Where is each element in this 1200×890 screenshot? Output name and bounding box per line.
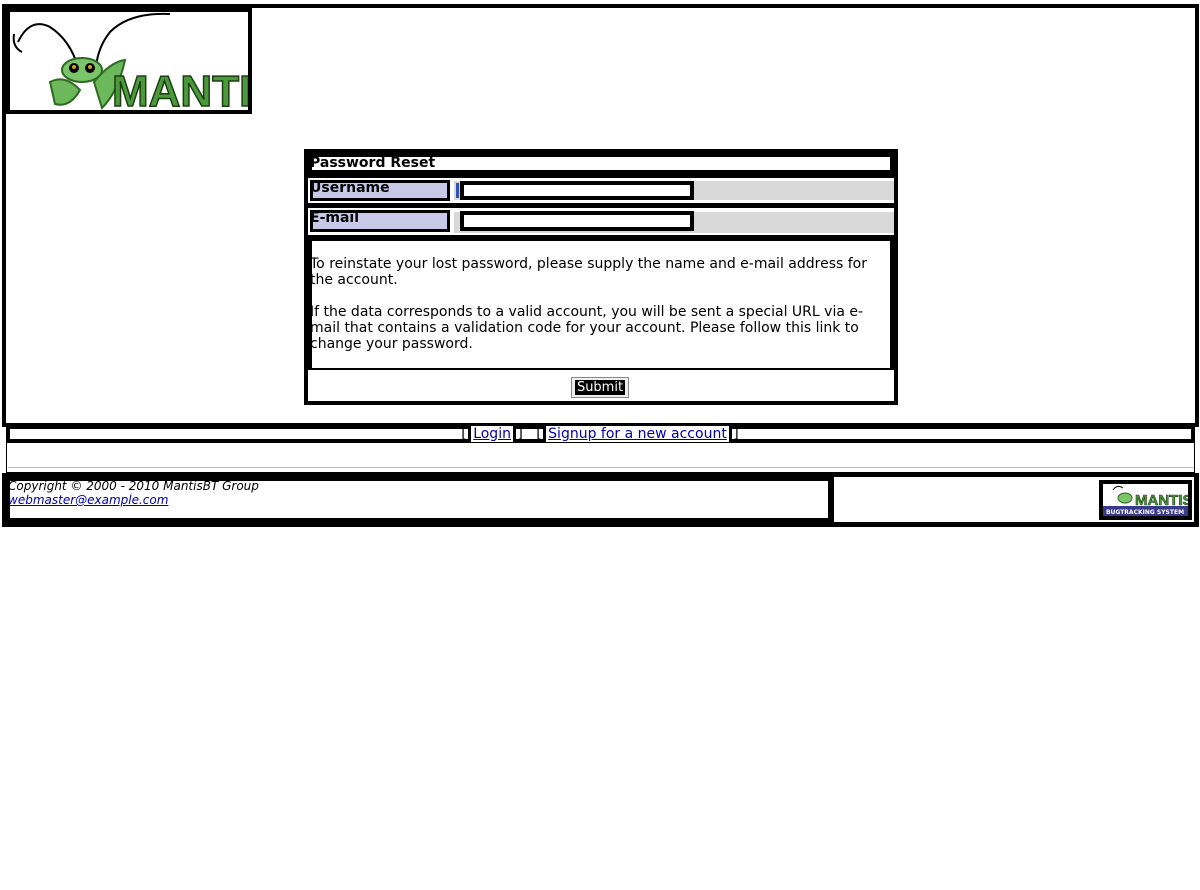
mantis-logo[interactable]: MANTIS: [6, 8, 252, 114]
signup-link[interactable]: Signup for a new account: [543, 423, 732, 445]
description-paragraph-2: If the data corresponds to a valid accou…: [310, 304, 864, 352]
footer-text: Copyright © 2000 - 2010 MantisBT Group w…: [8, 479, 259, 507]
mantis-logo-icon: MANTIS: [10, 12, 248, 110]
username-input-cursor: [456, 183, 459, 198]
svg-text:BUGTRACKING SYSTEM: BUGTRACKING SYSTEM: [1106, 509, 1184, 516]
powered-by-mantis-logo[interactable]: MANTIS BUGTRACKING SYSTEM: [1099, 480, 1193, 520]
menu-links: [ Login ] [ Signup for a new account ]: [0, 423, 1200, 445]
login-link[interactable]: Login: [468, 423, 516, 445]
email-input[interactable]: [460, 211, 694, 231]
svg-text:MANTIS: MANTIS: [1135, 492, 1188, 509]
form-title: Password Reset: [310, 155, 436, 171]
webmaster-email-link[interactable]: webmaster@example.com: [8, 493, 168, 507]
description-paragraph-1: To reinstate your lost password, please …: [310, 256, 867, 288]
username-label: Username: [310, 180, 390, 196]
menu-open-bracket-login: [: [461, 426, 467, 442]
menu-close-bracket-login: ]: [517, 426, 523, 442]
menu-close-bracket-signup: ]: [733, 426, 739, 442]
email-label: E-mail: [310, 210, 360, 226]
menu-open-bracket-signup: [: [536, 426, 542, 442]
footer-divider: [8, 467, 1193, 468]
submit-button[interactable]: Submit: [571, 377, 629, 398]
svg-text:MANTIS: MANTIS: [112, 67, 248, 110]
mantis-badge-icon: MANTIS BUGTRACKING SYSTEM: [1103, 484, 1193, 516]
submit-button-label: Submit: [575, 380, 625, 395]
copyright-text: Copyright © 2000 - 2010 MantisBT Group: [8, 479, 259, 493]
description-text: To reinstate your lost password, please …: [310, 256, 892, 368]
username-input[interactable]: [460, 181, 694, 200]
content-spacer: [6, 443, 1195, 473]
